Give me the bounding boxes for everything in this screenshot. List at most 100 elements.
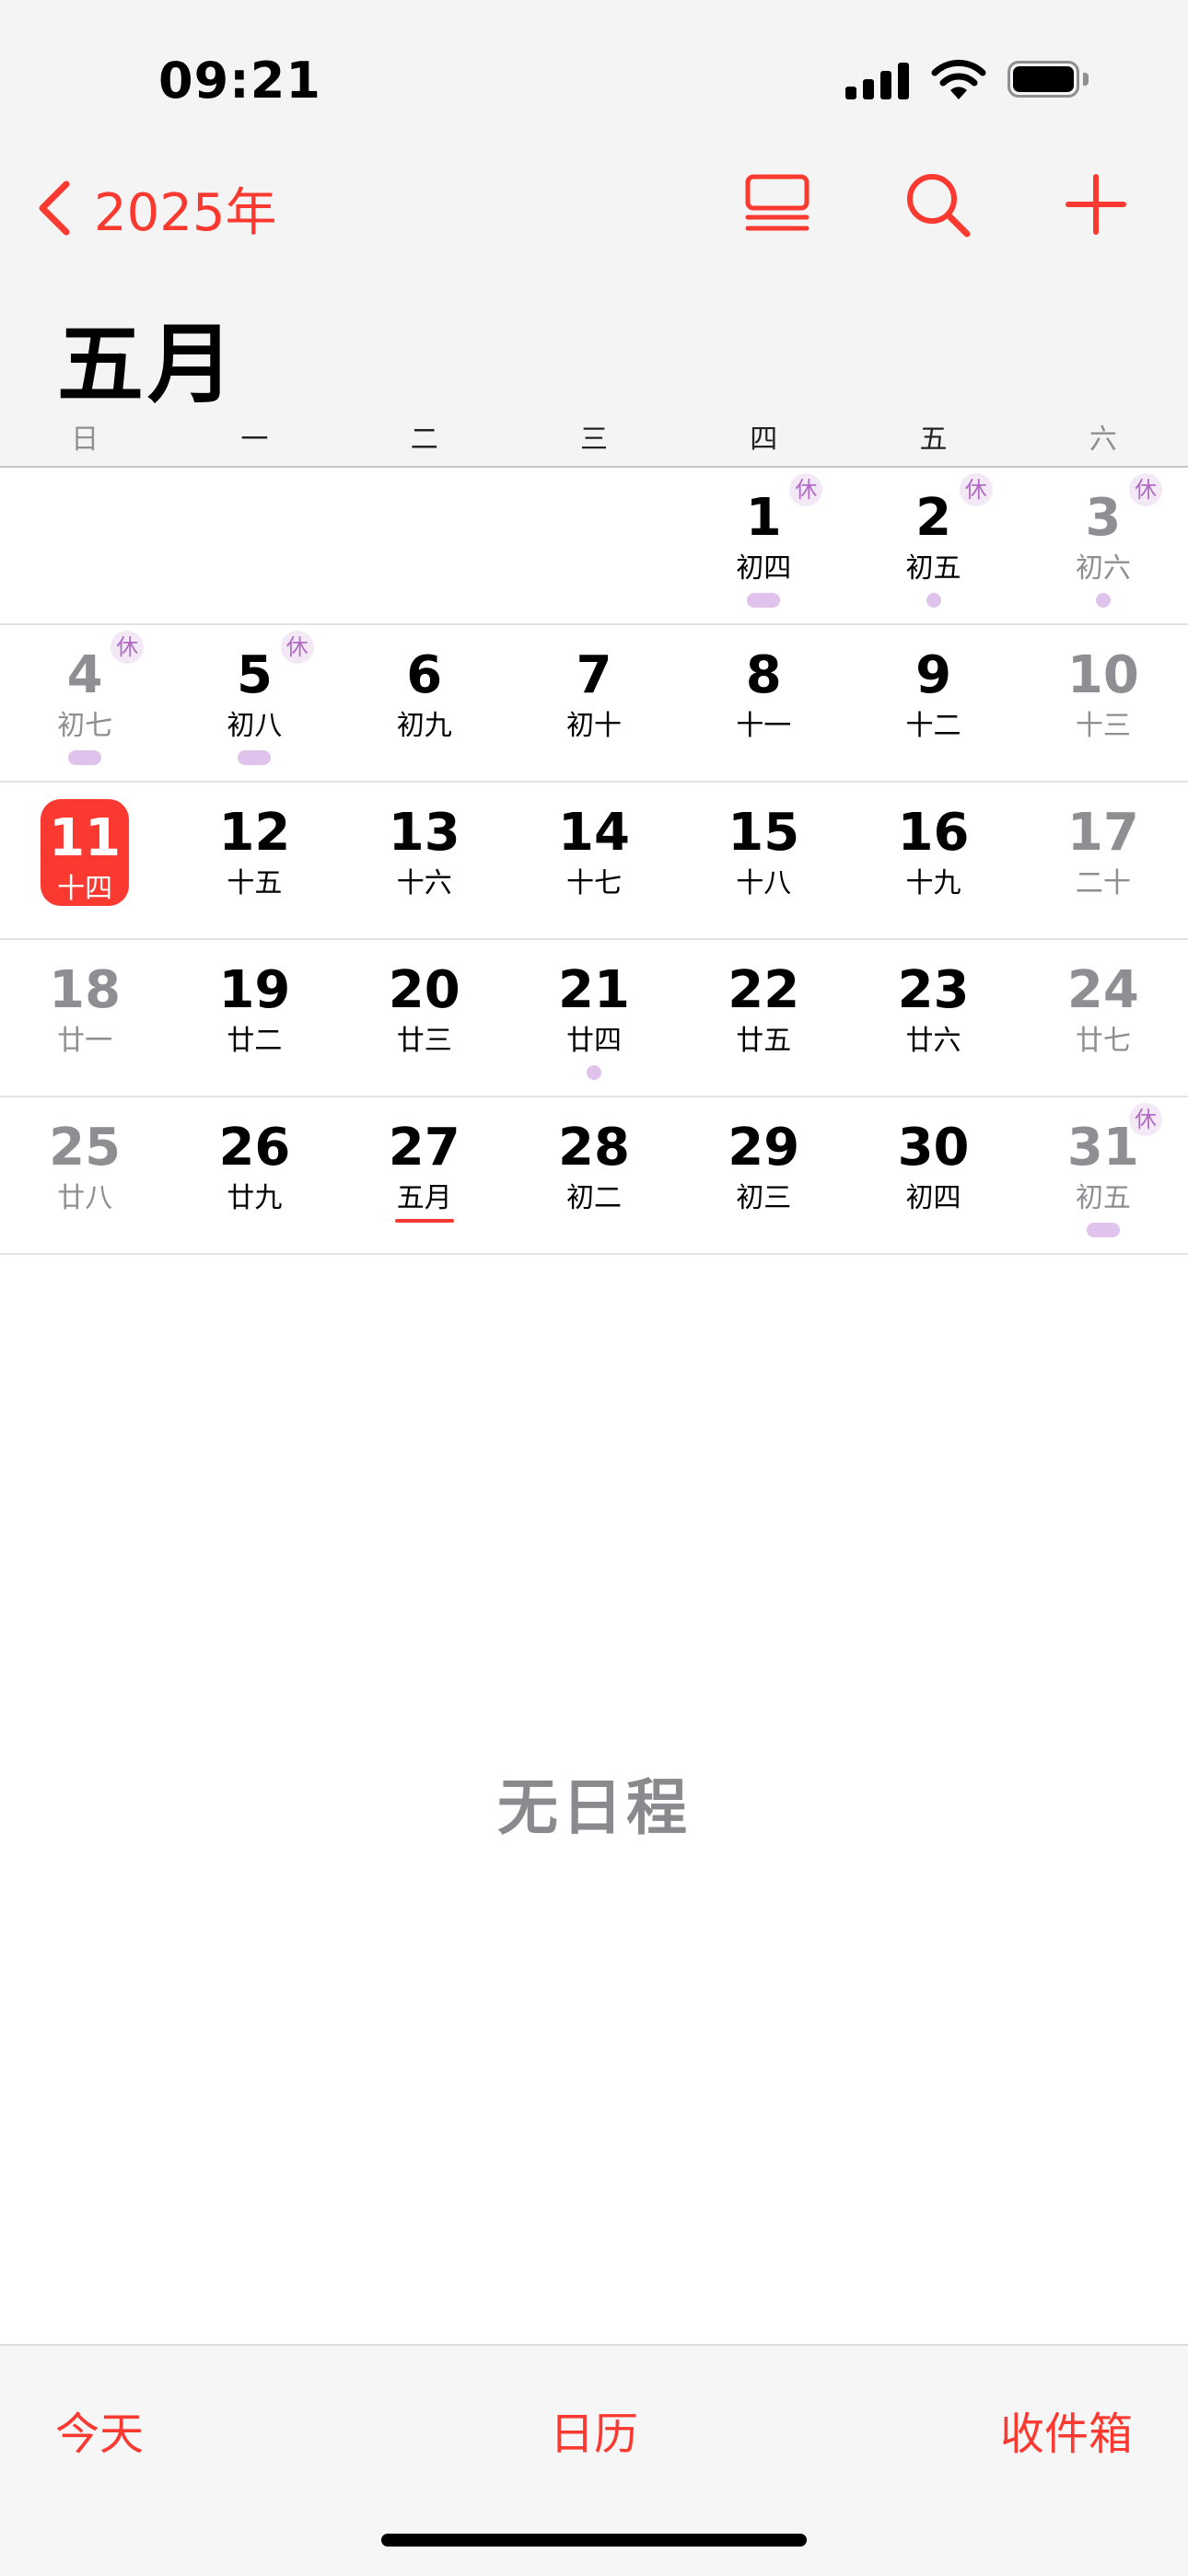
day-cell[interactable]: 10 十三 xyxy=(1019,625,1188,781)
weekday-label: 三 xyxy=(579,424,608,456)
day-cell[interactable]: 2 初五 休 xyxy=(848,468,1018,623)
day-cell[interactable]: 24 廿七 xyxy=(1019,940,1188,1096)
day-cell[interactable]: 18 廿一 xyxy=(0,940,169,1096)
day-number: 17 xyxy=(1066,803,1139,863)
back-label: 2025年 xyxy=(94,182,277,243)
day-number: 2 xyxy=(915,488,952,548)
week-row: 1 初四休 2 初五休 3 初六休 xyxy=(0,468,1188,625)
lunar-date: 十一 xyxy=(736,710,792,742)
day-number: 6 xyxy=(406,645,443,705)
empty-day-cell xyxy=(509,468,679,623)
day-number: 24 xyxy=(1066,960,1139,1020)
lunar-date: 初六 xyxy=(1075,552,1131,585)
weekday-header: 日 一 二 三 四 五 六 xyxy=(0,416,1188,460)
event-indicator xyxy=(926,593,941,608)
no-events-label: 无日程 xyxy=(497,1772,691,1843)
day-cell[interactable]: 27 五月 xyxy=(340,1097,509,1253)
day-cell[interactable]: 7 初十 xyxy=(509,625,679,781)
day-cell[interactable]: 26 廿九 xyxy=(169,1097,339,1253)
cellular-signal-icon xyxy=(845,63,910,99)
lunar-date: 廿六 xyxy=(905,1025,961,1057)
search-icon[interactable] xyxy=(901,168,974,241)
calendars-button[interactable]: 日历 xyxy=(550,2397,638,2462)
day-number: 15 xyxy=(728,803,800,863)
lunar-date: 廿三 xyxy=(396,1025,452,1057)
day-cell[interactable]: 9 十二 xyxy=(848,625,1018,781)
day-cell[interactable]: 15 十八 xyxy=(679,783,848,938)
day-cell[interactable]: 13 十六 xyxy=(340,783,509,938)
day-cell[interactable]: 6 初九 xyxy=(340,625,509,781)
day-cell[interactable]: 28 初二 xyxy=(509,1097,679,1253)
day-cell[interactable]: 8 十一 xyxy=(679,625,848,781)
lunar-date: 廿一 xyxy=(57,1025,113,1057)
day-number: 26 xyxy=(218,1118,291,1178)
day-number: 1 xyxy=(745,488,782,548)
day-cell[interactable]: 16 十九 xyxy=(848,783,1018,938)
lunar-date: 廿四 xyxy=(565,1025,622,1057)
today-button[interactable]: 今天 xyxy=(55,2397,144,2462)
day-cell[interactable]: 4 初七休 xyxy=(0,625,169,781)
holiday-rest-badge: 休 xyxy=(959,473,993,506)
day-number: 30 xyxy=(897,1118,970,1178)
day-cell[interactable]: 25 廿八 xyxy=(0,1097,169,1253)
lunar-date: 二十 xyxy=(1075,867,1131,899)
event-indicator xyxy=(1095,593,1111,608)
lunar-date: 十二 xyxy=(905,710,961,742)
day-cell[interactable]: 22 廿五 xyxy=(679,940,848,1096)
weekday-label: 二 xyxy=(410,424,438,456)
day-cell[interactable]: 23 廿六 xyxy=(848,940,1018,1096)
day-number: 29 xyxy=(728,1118,800,1178)
day-number: 22 xyxy=(728,960,800,1020)
event-indicator xyxy=(747,593,781,608)
lunar-date: 初七 xyxy=(57,710,113,742)
day-number: 13 xyxy=(388,803,460,863)
day-cell[interactable]: 11 十四 xyxy=(0,783,169,938)
event-indicator xyxy=(238,750,272,765)
day-cell[interactable]: 12 十五 xyxy=(169,783,339,938)
day-cell[interactable]: 19 廿二 xyxy=(169,940,339,1096)
lunar-date: 初四 xyxy=(905,1182,961,1214)
day-cell[interactable]: 30 初四 xyxy=(848,1097,1018,1253)
lunar-date: 初四 xyxy=(736,552,792,585)
lunar-date: 初八 xyxy=(227,710,283,742)
month-title: 五月 xyxy=(57,315,239,415)
holiday-rest-badge: 休 xyxy=(1128,473,1162,506)
lunar-date: 初五 xyxy=(1075,1182,1131,1214)
day-number: 25 xyxy=(49,1118,122,1178)
status-time: 09:21 xyxy=(158,52,321,110)
list-view-icon[interactable] xyxy=(740,168,814,241)
day-cell[interactable]: 31 初五 休 xyxy=(1019,1097,1188,1253)
lunar-date: 十九 xyxy=(905,867,961,899)
lunar-date: 廿八 xyxy=(57,1182,113,1214)
inbox-button[interactable]: 收件箱 xyxy=(1000,2397,1133,2462)
add-icon[interactable] xyxy=(1059,168,1133,241)
day-number: 14 xyxy=(558,803,630,863)
day-number: 11 xyxy=(49,808,122,868)
lunar-date: 十三 xyxy=(1075,710,1131,742)
event-indicator xyxy=(586,1065,601,1080)
empty-day-cell xyxy=(340,468,509,623)
day-cell[interactable]: 17 二十 xyxy=(1019,783,1188,938)
week-row: 4 初七休 5 初八休 6 初九 7 初十 8 十一 9 十二 10 十三 xyxy=(0,625,1188,783)
home-indicator xyxy=(381,2534,807,2547)
weekday-label: 六 xyxy=(1089,424,1117,456)
day-cell[interactable]: 29 初三 xyxy=(679,1097,848,1253)
lunar-date: 初九 xyxy=(396,710,452,742)
day-number: 19 xyxy=(218,960,291,1020)
lunar-date: 十八 xyxy=(736,867,792,899)
lunar-date: 初三 xyxy=(736,1182,792,1214)
day-cell[interactable]: 3 初六 休 xyxy=(1019,468,1188,623)
day-cell[interactable]: 20 廿三 xyxy=(340,940,509,1096)
back-to-year-button[interactable]: 2025年 xyxy=(33,175,277,243)
holiday-rest-badge: 休 xyxy=(1128,1103,1162,1136)
day-cell[interactable]: 14 十七 xyxy=(509,783,679,938)
weekday-label: 日 xyxy=(71,424,99,456)
holiday-rest-badge: 休 xyxy=(280,631,314,664)
lunar-date: 初十 xyxy=(565,710,622,742)
day-number: 16 xyxy=(897,803,970,863)
day-cell[interactable]: 5 初八 休 xyxy=(169,625,339,781)
day-cell[interactable]: 1 初四休 xyxy=(679,468,848,623)
lunar-date: 廿七 xyxy=(1075,1025,1131,1057)
day-cell[interactable]: 21 廿四 xyxy=(509,940,679,1096)
empty-day-cell xyxy=(169,468,339,623)
